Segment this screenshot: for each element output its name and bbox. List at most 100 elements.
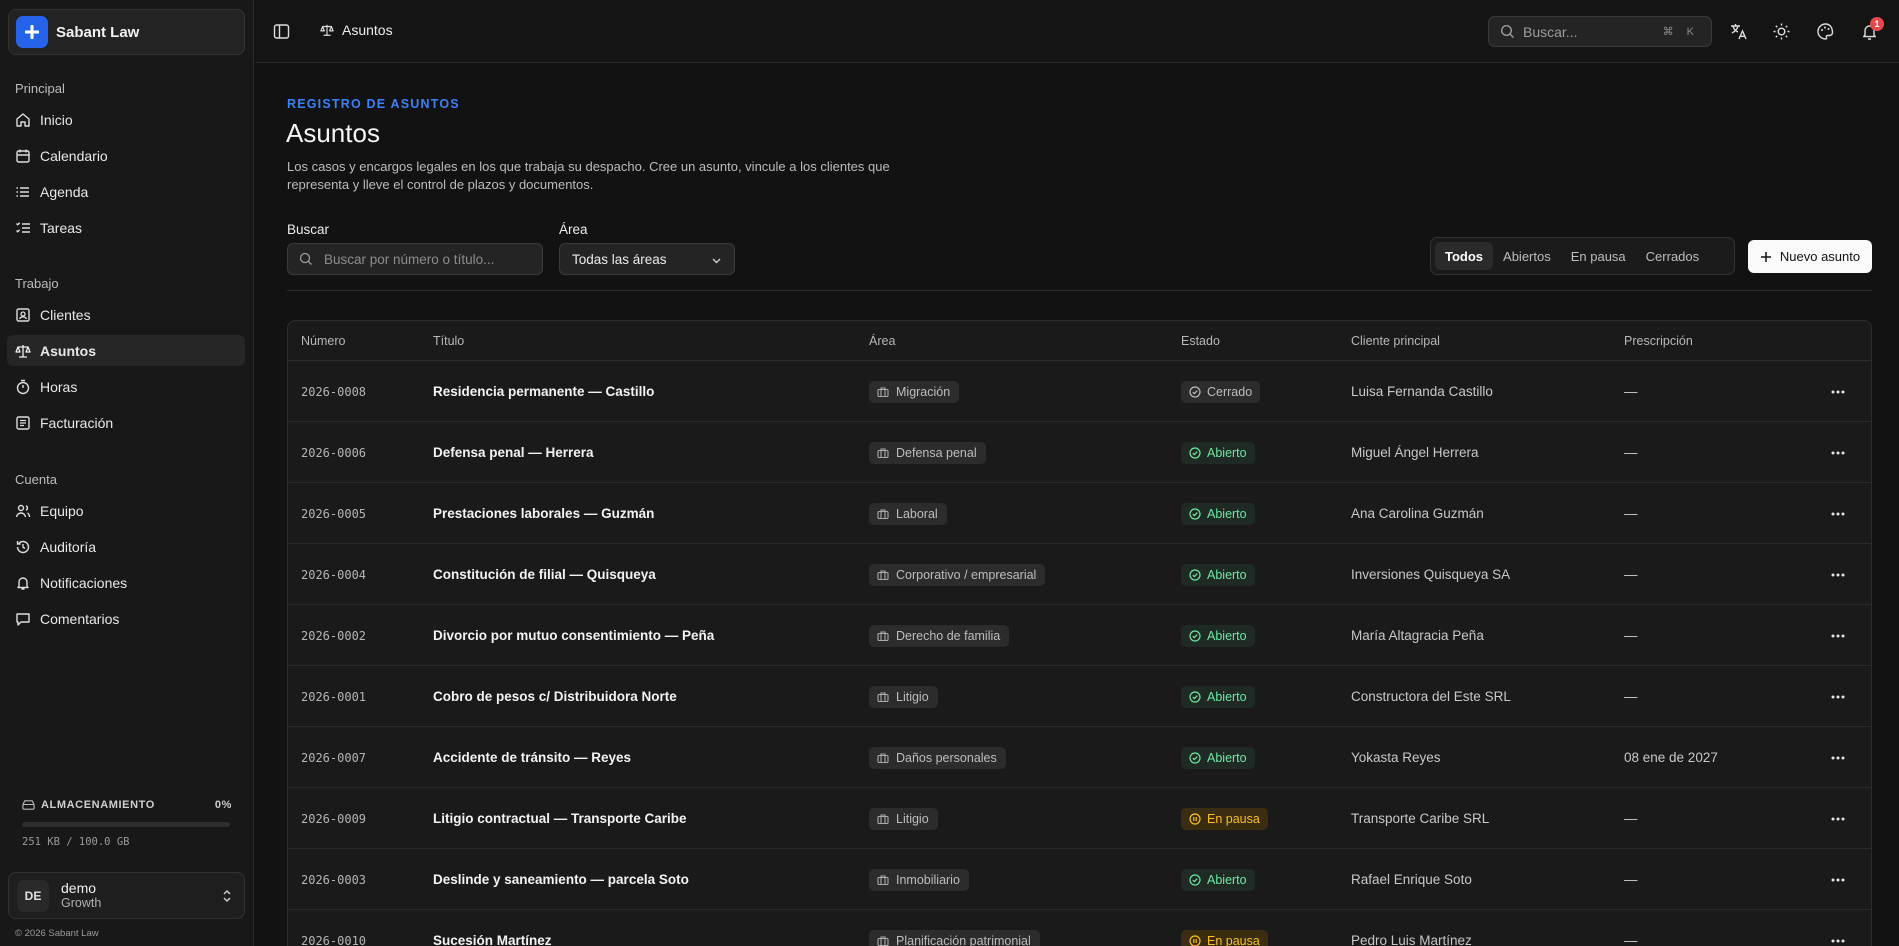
table-row[interactable]: 2026-0004 Constitución de filial — Quisqu… <box>288 544 1871 605</box>
status-cell: Abierto <box>1181 849 1255 910</box>
status-badge-label: Abierto <box>1207 872 1247 887</box>
column-header-estado[interactable]: Estado <box>1181 334 1220 348</box>
sun-icon[interactable] <box>1772 22 1791 41</box>
circle-check-icon <box>1189 690 1201 703</box>
home-icon <box>16 112 30 127</box>
area-cell: Corporativo / empresarial <box>869 544 1046 605</box>
sidebar-item-tareas[interactable]: Tareas <box>7 212 245 243</box>
status-cell: Abierto <box>1181 483 1255 544</box>
briefcase-icon <box>877 630 889 641</box>
sidebar-item-equipo[interactable]: Equipo <box>7 495 245 526</box>
tab-abiertos[interactable]: Abiertos <box>1493 242 1561 270</box>
matter-title[interactable]: Cobro de pesos c/ Distribuidora Norte <box>433 666 677 727</box>
table-row[interactable]: 2026-0003 Deslinde y saneamiento — parcel… <box>288 849 1871 910</box>
column-header-prescripcion[interactable]: Prescripción <box>1624 334 1693 348</box>
sidebar-item-horas[interactable]: Horas <box>7 371 245 402</box>
status-badge-label: Abierto <box>1207 628 1247 643</box>
table-row[interactable]: 2026-0008 Residencia permanente — Castill… <box>288 361 1871 422</box>
sidebar-item-auditoria[interactable]: Auditoría <box>7 531 245 562</box>
prescription-date: 08 ene de 2027 <box>1624 750 1718 765</box>
sidebar-item-inicio[interactable]: Inicio <box>7 104 245 135</box>
table-row[interactable]: 2026-0007 Accidente de tránsito — Reyes Da… <box>288 727 1871 788</box>
sidebar-item-facturacion[interactable]: Facturación <box>7 407 245 438</box>
area-cell: Inmobiliario <box>869 849 969 910</box>
status-badge: Abierto <box>1181 563 1255 586</box>
matter-title[interactable]: Accidente de tránsito — Reyes <box>433 727 631 788</box>
area-badge-label: Corporativo / empresarial <box>896 567 1037 582</box>
tab-cerrados[interactable]: Cerrados <box>1636 242 1709 270</box>
sidebar: Sabant Law Principal Inicio Calendario A… <box>0 0 254 946</box>
matter-search-input[interactable]: Buscar por número o título... <box>287 243 543 275</box>
global-search[interactable]: Buscar... ⌘ K <box>1488 16 1712 47</box>
circle-check-icon <box>1189 873 1201 886</box>
row-actions-button[interactable] <box>1829 727 1847 788</box>
row-actions-button[interactable] <box>1829 910 1847 946</box>
status-cell: Abierto <box>1181 727 1255 788</box>
area-badge: Inmobiliario <box>869 868 969 891</box>
table-row[interactable]: 2026-0009 Litigio contractual — Transport… <box>288 788 1871 849</box>
column-header-cliente[interactable]: Cliente principal <box>1351 334 1440 348</box>
status-badge: Cerrado <box>1181 380 1261 403</box>
row-actions-button[interactable] <box>1829 849 1847 910</box>
tab-en-pausa[interactable]: En pausa <box>1561 242 1636 270</box>
user-menu[interactable]: DE demo Growth <box>8 872 245 919</box>
primary-client: Miguel Ángel Herrera <box>1351 445 1479 460</box>
row-actions-button[interactable] <box>1829 788 1847 849</box>
column-header-titulo[interactable]: Título <box>433 334 464 348</box>
history-icon <box>16 540 30 553</box>
status-cell: Abierto <box>1181 666 1255 727</box>
column-header-area[interactable]: Área <box>869 334 895 348</box>
sidebar-item-notificaciones[interactable]: Notificaciones <box>7 567 245 598</box>
palette-icon[interactable] <box>1816 22 1835 41</box>
table-row[interactable]: 2026-0001 Cobro de pesos c/ Distribuidora… <box>288 666 1871 727</box>
matters-table: Número Título Área Estado Cliente princi… <box>287 320 1872 946</box>
sidebar-item-calendario[interactable]: Calendario <box>7 140 245 171</box>
column-header-numero[interactable]: Número <box>301 334 345 348</box>
nav-group-trabajo: Trabajo <box>15 276 59 291</box>
area-badge: Laboral <box>869 502 947 525</box>
more-horizontal-icon <box>1831 512 1845 515</box>
new-matter-button[interactable]: Nuevo asunto <box>1748 240 1872 273</box>
area-cell: Derecho de familia <box>869 605 1010 666</box>
area-badge-label: Daños personales <box>896 750 997 765</box>
row-actions-button[interactable] <box>1829 544 1847 605</box>
area-badge: Daños personales <box>869 746 1006 769</box>
table-row[interactable]: 2026-0010 Sucesión Martínez Planificación … <box>288 910 1871 946</box>
matter-title[interactable]: Constitución de filial — Quisqueya <box>433 544 656 605</box>
row-actions-button[interactable] <box>1829 422 1847 483</box>
sidebar-item-agenda[interactable]: Agenda <box>7 176 245 207</box>
status-badge-label: En pausa <box>1207 811 1260 826</box>
status-badge: Abierto <box>1181 868 1255 891</box>
sidebar-item-clientes[interactable]: Clientes <box>7 299 245 330</box>
matter-title[interactable]: Sucesión Martínez <box>433 910 552 946</box>
row-actions-button[interactable] <box>1829 483 1847 544</box>
sidebar-item-comentarios[interactable]: Comentarios <box>7 603 245 634</box>
row-actions-button[interactable] <box>1829 605 1847 666</box>
table-row[interactable]: 2026-0002 Divorcio por mutuo consentimien… <box>288 605 1871 666</box>
matter-title[interactable]: Deslinde y saneamiento — parcela Soto <box>433 849 689 910</box>
matter-title[interactable]: Prestaciones laborales — Guzmán <box>433 483 654 544</box>
table-row[interactable]: 2026-0005 Prestaciones laborales — Guzmán… <box>288 483 1871 544</box>
sidebar-item-asuntos[interactable]: Asuntos <box>7 335 245 366</box>
table-row[interactable]: 2026-0006 Defensa penal — Herrera Defensa … <box>288 422 1871 483</box>
sidebar-toggle-icon[interactable] <box>273 23 290 40</box>
row-actions-button[interactable] <box>1829 361 1847 422</box>
circle-check-icon <box>1189 629 1201 642</box>
chevrons-up-down-icon <box>223 889 231 903</box>
prescription-date: — <box>1624 567 1638 582</box>
matter-title[interactable]: Residencia permanente — Castillo <box>433 361 654 422</box>
tab-todos[interactable]: Todos <box>1435 242 1494 270</box>
workspace-switcher[interactable]: Sabant Law <box>8 9 245 55</box>
status-cell: En pausa <box>1181 788 1268 849</box>
matter-title[interactable]: Divorcio por mutuo consentimiento — Peña <box>433 605 714 666</box>
matter-title[interactable]: Litigio contractual — Transporte Caribe <box>433 788 687 849</box>
translate-icon[interactable] <box>1729 22 1748 41</box>
row-actions-button[interactable] <box>1829 666 1847 727</box>
chevron-down-icon <box>712 258 721 264</box>
status-badge-label: En pausa <box>1207 933 1260 946</box>
status-cell: En pausa <box>1181 910 1268 946</box>
briefcase-icon <box>877 569 889 580</box>
status-badge-label: Abierto <box>1207 445 1247 460</box>
matter-title[interactable]: Defensa penal — Herrera <box>433 422 594 483</box>
area-select[interactable]: Todas las áreas <box>559 243 735 275</box>
